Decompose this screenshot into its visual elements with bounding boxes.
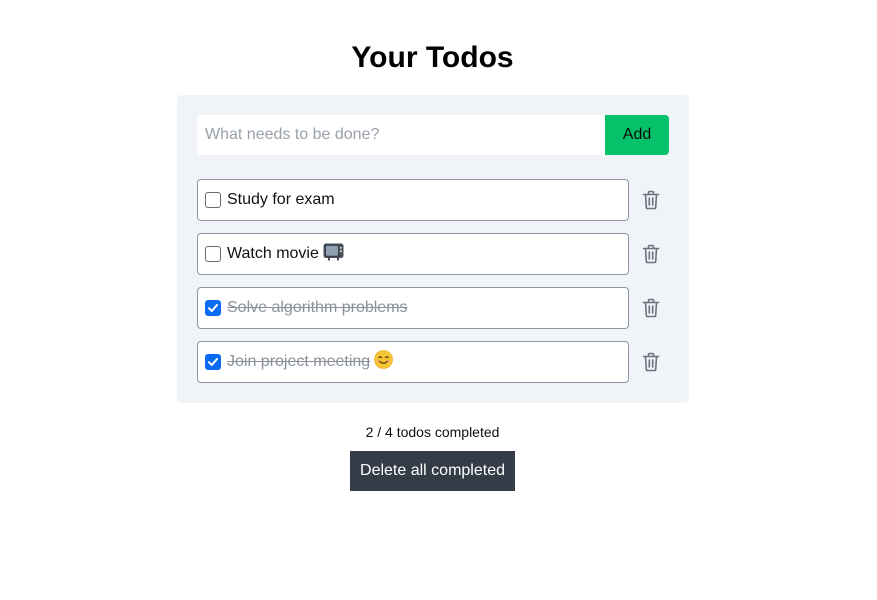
page-title: Your Todos <box>351 41 514 74</box>
trash-icon[interactable] <box>641 189 661 211</box>
todo-checkbox[interactable] <box>205 192 221 208</box>
add-button[interactable]: Add <box>605 115 669 155</box>
todo-checkbox[interactable] <box>205 246 221 262</box>
todo-card: Add Study for exam Wa <box>177 95 689 403</box>
todo-checkbox[interactable] <box>205 354 221 370</box>
todo-list: Study for exam Watch movie Solve algorit… <box>197 179 669 395</box>
todo-text: Watch movie <box>227 242 344 266</box>
todo-box: Watch movie <box>197 233 629 275</box>
todo-text-label: Watch movie <box>227 245 319 262</box>
todo-box: Solve algorithm problems <box>197 287 629 329</box>
todo-checkbox[interactable] <box>205 300 221 316</box>
smiling-face-emoji <box>374 350 393 374</box>
trash-icon[interactable] <box>641 351 661 373</box>
todo-page: Your Todos Add Study for exam <box>0 0 877 600</box>
todo-box: Join project meeting <box>197 341 629 383</box>
tv-emoji <box>323 242 344 266</box>
trash-icon[interactable] <box>641 243 661 265</box>
add-todo-form: Add <box>197 115 669 155</box>
completion-summary: 2 / 4 todos completed <box>365 424 500 440</box>
todo-text: Solve algorithm problems <box>227 299 408 316</box>
new-todo-input[interactable] <box>197 115 605 155</box>
delete-completed-button[interactable]: Delete all completed <box>350 451 515 491</box>
todo-item: Join project meeting <box>197 341 669 383</box>
checkmark-icon <box>208 358 218 366</box>
todo-box: Study for exam <box>197 179 629 221</box>
todo-text: Join project meeting <box>227 350 393 374</box>
todo-item: Study for exam <box>197 179 669 221</box>
todo-item: Watch movie <box>197 233 669 275</box>
trash-icon[interactable] <box>641 297 661 319</box>
todo-text: Study for exam <box>227 191 335 208</box>
checkmark-icon <box>208 304 218 312</box>
todo-text-label: Join project meeting <box>227 353 371 370</box>
todo-item: Solve algorithm problems <box>197 287 669 329</box>
